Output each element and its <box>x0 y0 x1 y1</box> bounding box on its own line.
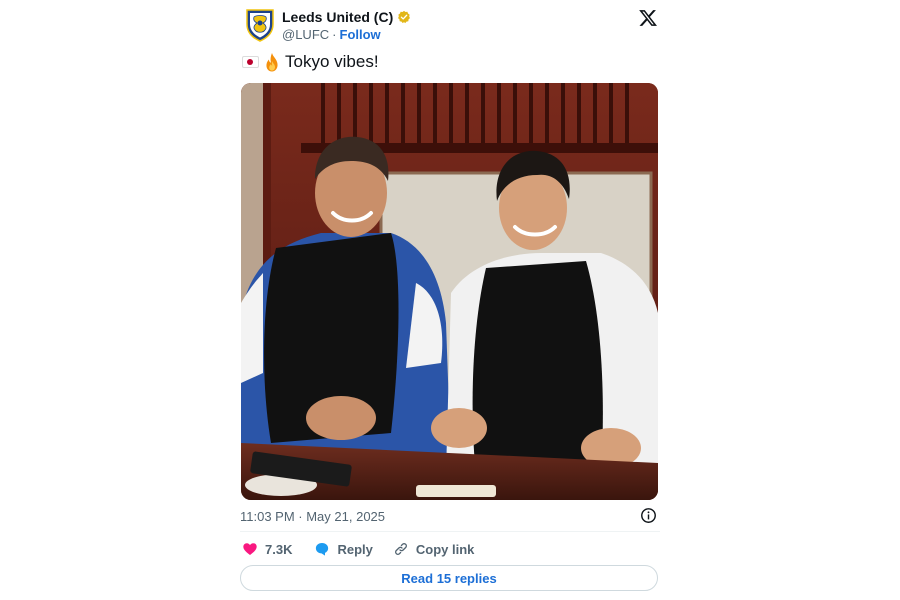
japan-flag-icon <box>242 56 259 68</box>
tweet-card: Leeds United (C) @LUFC · Follow Tokyo vi… <box>240 0 660 600</box>
handle-separator: · <box>332 27 337 42</box>
info-icon[interactable] <box>640 507 657 524</box>
account-name[interactable]: Leeds United (C) <box>282 9 393 25</box>
photo-illustration <box>241 83 658 500</box>
account-handle-row: @LUFC · Follow <box>282 27 381 42</box>
account-name-row: Leeds United (C) <box>282 9 411 25</box>
tweet-text: Tokyo vibes! <box>285 52 379 71</box>
divider <box>240 531 660 532</box>
follow-button[interactable]: Follow <box>340 27 381 42</box>
tweet-timestamp[interactable]: 11:03 PM · May 21, 2025 <box>240 509 385 524</box>
tweet-actions: 7.3K Reply Copy link <box>242 540 474 558</box>
like-button[interactable]: 7.3K <box>242 541 292 557</box>
reply-label: Reply <box>337 541 373 557</box>
copy-link-label: Copy link <box>415 541 475 557</box>
leeds-crest-avatar[interactable] <box>245 8 275 42</box>
x-logo-icon[interactable] <box>638 8 658 28</box>
read-replies-button[interactable]: Read 15 replies <box>240 565 658 591</box>
tweet-text-row: Tokyo vibes! <box>242 52 379 72</box>
tweet-photo[interactable] <box>241 83 658 500</box>
fire-icon <box>266 53 278 72</box>
reply-button[interactable]: Reply <box>314 541 373 557</box>
like-count: 7.3K <box>265 541 293 557</box>
account-handle[interactable]: @LUFC <box>282 27 329 42</box>
link-icon <box>394 543 407 555</box>
heart-icon <box>243 543 257 555</box>
verified-badge-icon <box>398 10 411 24</box>
tweet-header: Leeds United (C) @LUFC · Follow <box>240 6 660 46</box>
copy-link-button[interactable]: Copy link <box>393 541 475 557</box>
reply-bubble-icon <box>316 543 329 556</box>
